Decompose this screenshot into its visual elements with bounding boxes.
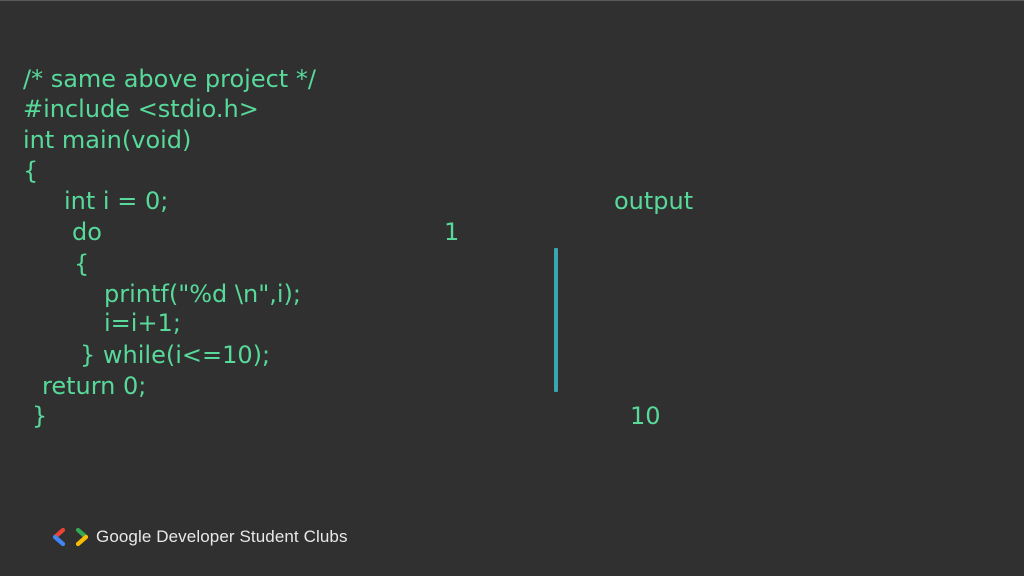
- code-line-increment: i=i+1;: [104, 309, 181, 337]
- code-line-decl: int i = 0;: [64, 187, 169, 215]
- output-label: output: [614, 187, 694, 215]
- code-line-include: #include <stdio.h>: [23, 95, 259, 123]
- code-line-return: return 0;: [42, 372, 147, 400]
- code-line-while: } while(i<=10);: [80, 341, 271, 369]
- code-line-open-brace: {: [23, 157, 39, 185]
- output-range-bar: [554, 248, 558, 392]
- code-line-comment: /* same above project */: [23, 65, 316, 93]
- output-last-value: 10: [630, 402, 661, 430]
- output-first-value: 1: [444, 218, 460, 246]
- code-line-do: do: [72, 218, 102, 246]
- code-line-main: int main(void): [23, 126, 192, 154]
- gdsc-logo-icon: [52, 527, 89, 547]
- footer-brand: Google Developer Student Clubs: [52, 526, 348, 548]
- top-divider: [0, 0, 1024, 1]
- footer-brand-text: Google Developer Student Clubs: [96, 527, 348, 546]
- code-line-printf: printf("%d \n",i);: [104, 280, 301, 308]
- code-line-close-brace: }: [32, 402, 48, 430]
- code-line-do-open: {: [74, 250, 90, 278]
